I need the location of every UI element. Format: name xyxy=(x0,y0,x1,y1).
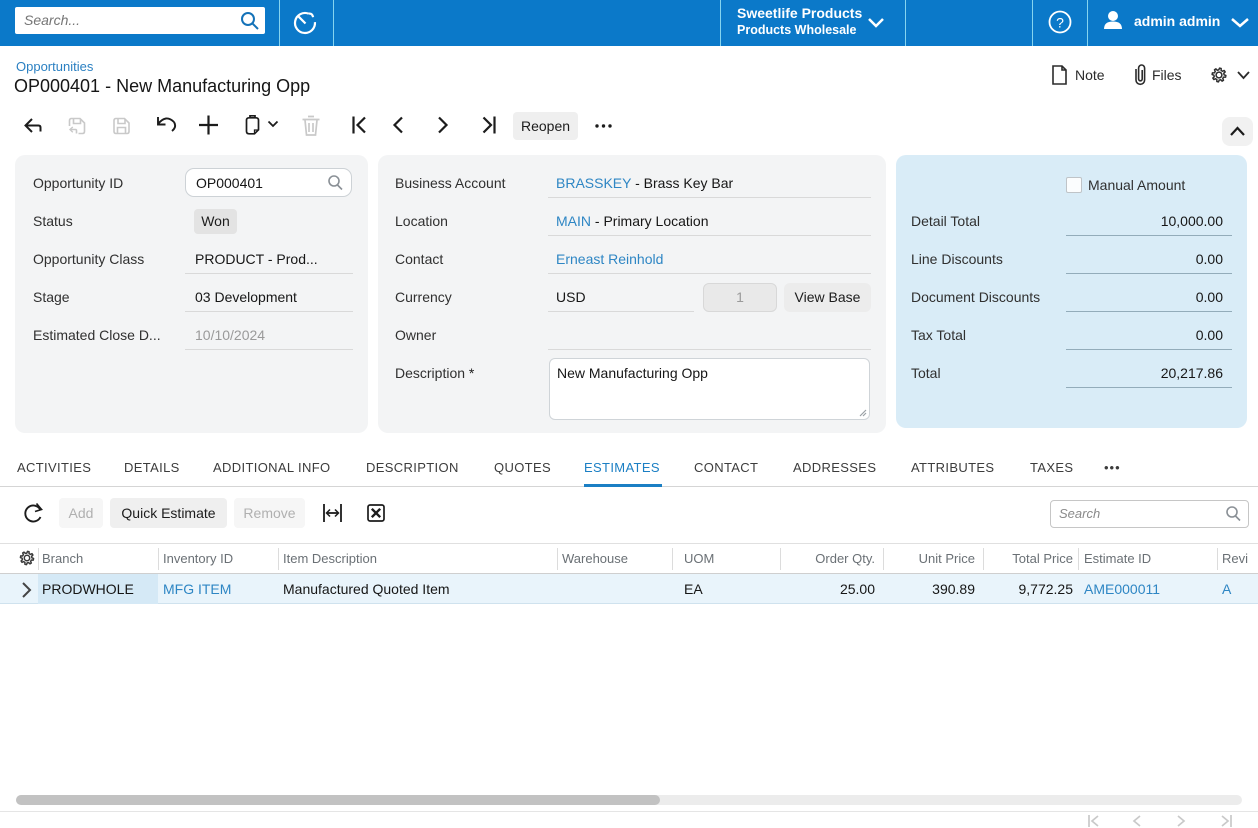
svg-text:?: ? xyxy=(1056,15,1064,31)
